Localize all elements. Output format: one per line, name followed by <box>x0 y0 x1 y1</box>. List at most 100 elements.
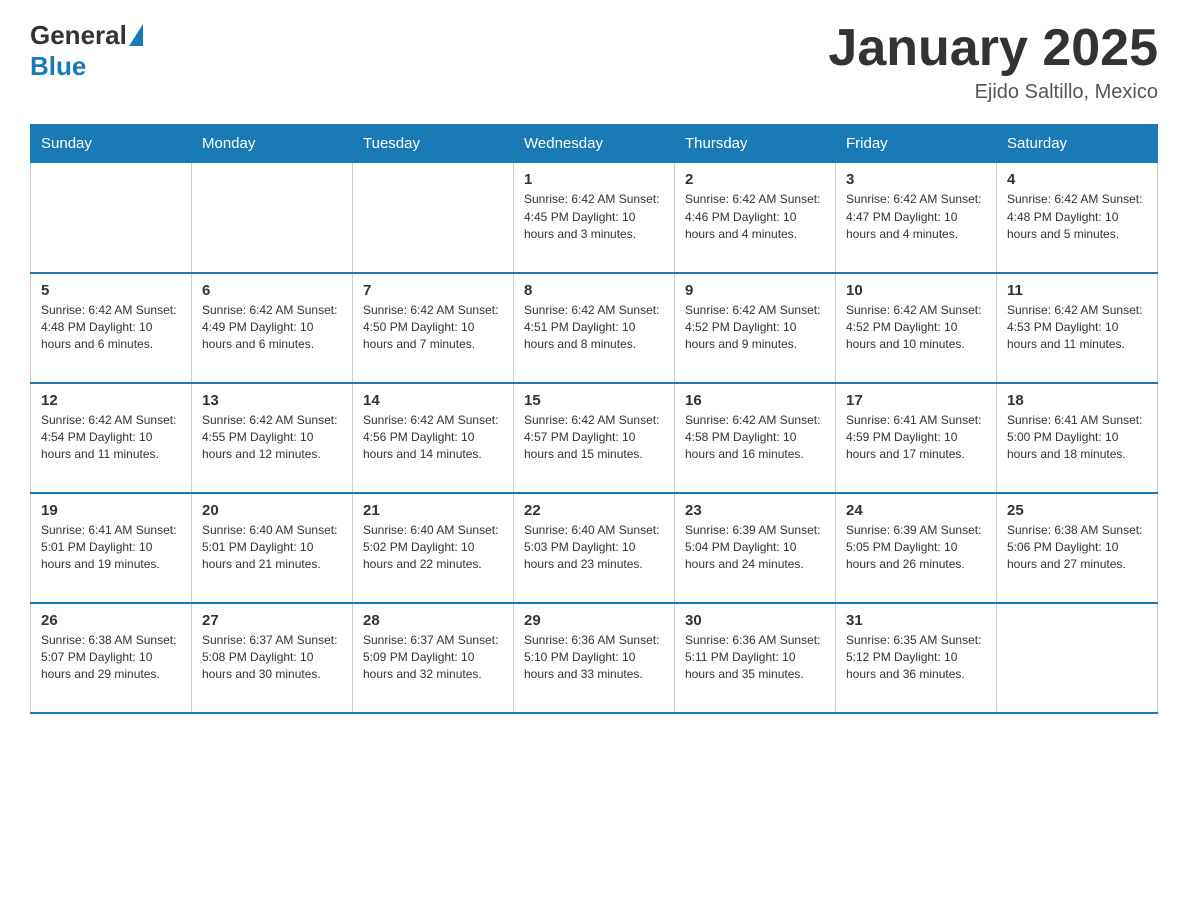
calendar-cell: 25Sunrise: 6:38 AM Sunset: 5:06 PM Dayli… <box>997 493 1158 603</box>
day-header-wednesday: Wednesday <box>514 125 675 163</box>
calendar-cell: 6 Sunrise: 6:42 AM Sunset: 4:49 PM Daylig… <box>192 273 353 383</box>
day-number: 26 <box>41 612 181 629</box>
calendar-cell: 21Sunrise: 6:40 AM Sunset: 5:02 PM Dayli… <box>353 493 514 603</box>
calendar-cell <box>31 163 192 273</box>
day-header-saturday: Saturday <box>997 125 1158 163</box>
calendar-cell: 23 Sunrise: 6:39 AM Sunset: 5:04 PM Dayli… <box>675 493 836 603</box>
calendar-cell: 11 Sunrise: 6:42 AM Sunset: 4:53 PM Dayli… <box>997 273 1158 383</box>
calendar-cell: 7 Sunrise: 6:42 AM Sunset: 4:50 PM Daylig… <box>353 273 514 383</box>
day-number: 8 <box>524 282 664 299</box>
calendar-week-row: 1 Sunrise: 6:42 AM Sunset: 4:45 PM Daylig… <box>31 163 1158 273</box>
day-info: Sunrise: 6:39 AM Sunset: 5:05 PM Dayligh… <box>846 522 986 574</box>
day-number: 23 <box>685 502 825 519</box>
day-info: Sunrise: 6:42 AM Sunset: 4:46 PM Dayligh… <box>685 191 825 243</box>
logo-text-group: General Blue <box>30 20 143 82</box>
calendar-week-row: 5 Sunrise: 6:42 AM Sunset: 4:48 PM Daylig… <box>31 273 1158 383</box>
calendar-cell: 12 Sunrise: 6:42 AM Sunset: 4:54 PM Dayli… <box>31 383 192 493</box>
day-header-friday: Friday <box>836 125 997 163</box>
day-info: Sunrise: 6:42 AM Sunset: 4:58 PM Dayligh… <box>685 412 825 464</box>
day-header-sunday: Sunday <box>31 125 192 163</box>
calendar-week-row: 19 Sunrise: 6:41 AM Sunset: 5:01 PM Dayli… <box>31 493 1158 603</box>
calendar-cell: 4 Sunrise: 6:42 AM Sunset: 4:48 PM Daylig… <box>997 163 1158 273</box>
day-number: 16 <box>685 392 825 409</box>
day-info: Sunrise: 6:40 AM Sunset: 5:03 PM Dayligh… <box>524 522 664 574</box>
day-info: Sunrise: 6:42 AM Sunset: 4:45 PM Dayligh… <box>524 191 664 243</box>
calendar-cell: 2 Sunrise: 6:42 AM Sunset: 4:46 PM Daylig… <box>675 163 836 273</box>
calendar-cell <box>353 163 514 273</box>
day-info: Sunrise: 6:42 AM Sunset: 4:56 PM Dayligh… <box>363 412 503 464</box>
day-info: Sunrise: 6:41 AM Sunset: 5:01 PM Dayligh… <box>41 522 181 574</box>
day-number: 22 <box>524 502 664 519</box>
calendar-cell <box>997 603 1158 713</box>
day-info: Sunrise: 6:42 AM Sunset: 4:49 PM Dayligh… <box>202 302 342 354</box>
calendar-cell: 30Sunrise: 6:36 AM Sunset: 5:11 PM Dayli… <box>675 603 836 713</box>
day-info: Sunrise: 6:36 AM Sunset: 5:11 PM Dayligh… <box>685 632 825 684</box>
calendar-cell: 28Sunrise: 6:37 AM Sunset: 5:09 PM Dayli… <box>353 603 514 713</box>
calendar-cell: 31 Sunrise: 6:35 AM Sunset: 5:12 PM Dayli… <box>836 603 997 713</box>
day-number: 18 <box>1007 392 1147 409</box>
day-info: Sunrise: 6:41 AM Sunset: 5:00 PM Dayligh… <box>1007 412 1147 464</box>
calendar-cell: 8Sunrise: 6:42 AM Sunset: 4:51 PM Daylig… <box>514 273 675 383</box>
calendar-cell: 27 Sunrise: 6:37 AM Sunset: 5:08 PM Dayli… <box>192 603 353 713</box>
calendar-cell: 15Sunrise: 6:42 AM Sunset: 4:57 PM Dayli… <box>514 383 675 493</box>
day-number: 10 <box>846 282 986 299</box>
day-number: 2 <box>685 171 825 188</box>
day-header-tuesday: Tuesday <box>353 125 514 163</box>
calendar-week-row: 26 Sunrise: 6:38 AM Sunset: 5:07 PM Dayli… <box>31 603 1158 713</box>
day-number: 3 <box>846 171 986 188</box>
calendar-cell: 14 Sunrise: 6:42 AM Sunset: 4:56 PM Dayli… <box>353 383 514 493</box>
day-number: 27 <box>202 612 342 629</box>
calendar-cell: 16 Sunrise: 6:42 AM Sunset: 4:58 PM Dayli… <box>675 383 836 493</box>
day-info: Sunrise: 6:36 AM Sunset: 5:10 PM Dayligh… <box>524 632 664 684</box>
day-number: 24 <box>846 502 986 519</box>
day-info: Sunrise: 6:38 AM Sunset: 5:07 PM Dayligh… <box>41 632 181 684</box>
logo-triangle-icon <box>129 24 143 46</box>
day-info: Sunrise: 6:42 AM Sunset: 4:53 PM Dayligh… <box>1007 302 1147 354</box>
day-info: Sunrise: 6:41 AM Sunset: 4:59 PM Dayligh… <box>846 412 986 464</box>
day-info: Sunrise: 6:42 AM Sunset: 4:55 PM Dayligh… <box>202 412 342 464</box>
day-info: Sunrise: 6:42 AM Sunset: 4:54 PM Dayligh… <box>41 412 181 464</box>
page-header: General Blue January 2025 Ejido Saltillo… <box>30 20 1158 104</box>
day-info: Sunrise: 6:42 AM Sunset: 4:48 PM Dayligh… <box>41 302 181 354</box>
day-number: 6 <box>202 282 342 299</box>
day-header-monday: Monday <box>192 125 353 163</box>
day-info: Sunrise: 6:42 AM Sunset: 4:52 PM Dayligh… <box>846 302 986 354</box>
calendar-table: SundayMondayTuesdayWednesdayThursdayFrid… <box>30 124 1158 714</box>
day-info: Sunrise: 6:37 AM Sunset: 5:08 PM Dayligh… <box>202 632 342 684</box>
day-number: 21 <box>363 502 503 519</box>
day-info: Sunrise: 6:35 AM Sunset: 5:12 PM Dayligh… <box>846 632 986 684</box>
day-number: 19 <box>41 502 181 519</box>
day-number: 9 <box>685 282 825 299</box>
calendar-cell: 29 Sunrise: 6:36 AM Sunset: 5:10 PM Dayli… <box>514 603 675 713</box>
day-header-thursday: Thursday <box>675 125 836 163</box>
calendar-cell: 9 Sunrise: 6:42 AM Sunset: 4:52 PM Daylig… <box>675 273 836 383</box>
day-number: 1 <box>524 171 664 188</box>
day-number: 29 <box>524 612 664 629</box>
logo-blue: Blue <box>30 51 143 82</box>
calendar-cell <box>192 163 353 273</box>
calendar-header-row: SundayMondayTuesdayWednesdayThursdayFrid… <box>31 125 1158 163</box>
day-info: Sunrise: 6:42 AM Sunset: 4:48 PM Dayligh… <box>1007 191 1147 243</box>
calendar-cell: 1 Sunrise: 6:42 AM Sunset: 4:45 PM Daylig… <box>514 163 675 273</box>
day-number: 4 <box>1007 171 1147 188</box>
logo-general: General <box>30 20 127 51</box>
day-info: Sunrise: 6:42 AM Sunset: 4:50 PM Dayligh… <box>363 302 503 354</box>
day-info: Sunrise: 6:42 AM Sunset: 4:52 PM Dayligh… <box>685 302 825 354</box>
calendar-week-row: 12 Sunrise: 6:42 AM Sunset: 4:54 PM Dayli… <box>31 383 1158 493</box>
day-info: Sunrise: 6:42 AM Sunset: 4:47 PM Dayligh… <box>846 191 986 243</box>
day-number: 31 <box>846 612 986 629</box>
day-info: Sunrise: 6:37 AM Sunset: 5:09 PM Dayligh… <box>363 632 503 684</box>
calendar-title: January 2025 <box>828 20 1158 77</box>
day-number: 7 <box>363 282 503 299</box>
day-number: 5 <box>41 282 181 299</box>
logo: General Blue <box>30 20 143 82</box>
day-number: 14 <box>363 392 503 409</box>
day-number: 12 <box>41 392 181 409</box>
calendar-cell: 26 Sunrise: 6:38 AM Sunset: 5:07 PM Dayli… <box>31 603 192 713</box>
day-number: 11 <box>1007 282 1147 299</box>
day-info: Sunrise: 6:39 AM Sunset: 5:04 PM Dayligh… <box>685 522 825 574</box>
calendar-cell: 18 Sunrise: 6:41 AM Sunset: 5:00 PM Dayli… <box>997 383 1158 493</box>
calendar-cell: 17Sunrise: 6:41 AM Sunset: 4:59 PM Dayli… <box>836 383 997 493</box>
day-number: 25 <box>1007 502 1147 519</box>
calendar-cell: 22 Sunrise: 6:40 AM Sunset: 5:03 PM Dayli… <box>514 493 675 603</box>
